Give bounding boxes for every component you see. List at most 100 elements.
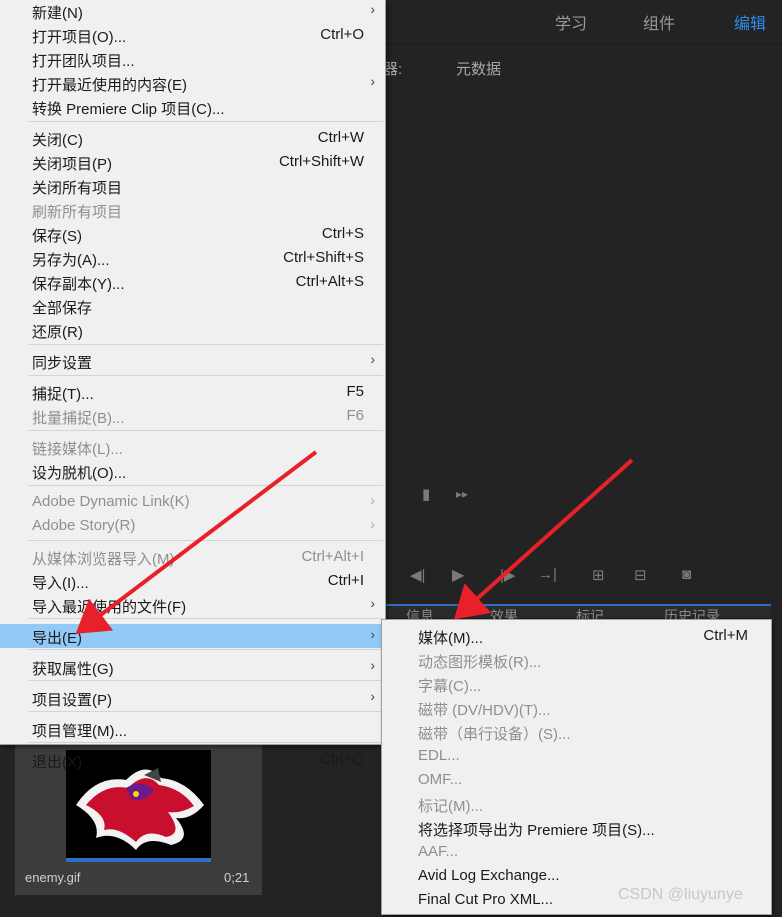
menu-item-shortcut: Ctrl+Shift+S [283, 249, 364, 266]
menu-item-26[interactable]: 项目设置(P) › [0, 686, 385, 710]
menu-item-19: Adobe Dynamic Link(K) › [0, 490, 385, 514]
menu-item-27[interactable]: 项目管理(M)... [0, 717, 385, 741]
menu-item-label: Adobe Dynamic Link(K) [32, 493, 190, 510]
menu-item-label: 链接媒体(L)... [32, 441, 123, 458]
menu-item-25[interactable]: 获取属性(G) › [0, 655, 385, 679]
menu-item-5[interactable]: 关闭(C) Ctrl+W [0, 126, 385, 150]
menu-item-28[interactable]: 退出(X) Ctrl+Q [0, 748, 385, 772]
menu-item-label: 批量捕捉(B)... [32, 410, 125, 427]
menu-item-label: 从媒体浏览器导入(M) [32, 551, 175, 568]
menu-separator [28, 649, 383, 650]
menu-item-label: 导出(E) [32, 630, 82, 647]
menu-item-label: 保存(S) [32, 228, 82, 245]
menu-item-0[interactable]: 新建(N) › [0, 0, 385, 23]
menu-item-21: 从媒体浏览器导入(M) Ctrl+Alt+I [0, 545, 385, 569]
menu-item-1[interactable]: 打开项目(O)... Ctrl+O [0, 23, 385, 47]
menu-item-9[interactable]: 保存(S) Ctrl+S [0, 222, 385, 246]
thumbnail-progress-bar [66, 858, 211, 862]
menu-item-2[interactable]: 打开团队项目... [0, 47, 385, 71]
menu-separator [28, 540, 383, 541]
menu-item-label: 项目设置(P) [32, 692, 112, 709]
menu-separator [28, 430, 383, 431]
right-panel-edge [771, 604, 782, 917]
menu-separator [28, 618, 383, 619]
export-item-label: EDL... [418, 747, 460, 764]
go-to-out-icon[interactable]: →| [538, 566, 557, 583]
menu-item-18[interactable]: 设为脱机(O)... [0, 459, 385, 483]
menu-item-label: Adobe Story(R) [32, 517, 136, 534]
chevron-right-icon: › [370, 351, 375, 367]
export-item-0[interactable]: 媒体(M)... Ctrl+M [382, 624, 771, 648]
file-menu: 新建(N) › 打开项目(O)... Ctrl+O 打开团队项目... 打开最近使用的内容… [0, 0, 386, 771]
export-item-label: OMF... [418, 771, 463, 788]
workspace-tab-learn[interactable]: 学习 [555, 10, 587, 34]
menu-item-shortcut: F5 [346, 383, 364, 400]
export-item-10[interactable]: Avid Log Exchange... [382, 864, 771, 888]
workspace-tab-assembly[interactable]: 组件 [643, 10, 675, 34]
menu-item-label: 另存为(A)... [32, 252, 110, 269]
metadata-tab[interactable]: 元数据 [456, 58, 501, 79]
menu-item-11[interactable]: 保存副本(Y)... Ctrl+Alt+S [0, 270, 385, 294]
export-item-8[interactable]: 将选择项导出为 Premiere 项目(S)... [382, 816, 771, 840]
export-item-2: 字幕(C)... [382, 672, 771, 696]
menu-separator [28, 485, 383, 486]
menu-item-shortcut: Ctrl+S [321, 225, 364, 242]
export-item-label: 媒体(M)... [418, 630, 483, 647]
menu-item-6[interactable]: 关闭项目(P) Ctrl+Shift+W [0, 150, 385, 174]
export-item-label: 将选择项导出为 Premiere 项目(S)... [418, 822, 655, 839]
menu-item-shortcut: Ctrl+O [320, 26, 364, 43]
export-item-label: 磁带（串行设备）(S)... [418, 726, 571, 743]
menu-item-14[interactable]: 同步设置 › [0, 349, 385, 373]
export-item-label: Final Cut Pro XML... [418, 891, 554, 908]
step-back-icon[interactable]: ◀| [410, 566, 425, 584]
menu-item-label: 转换 Premiere Clip 项目(C)... [32, 101, 225, 118]
menu-item-4[interactable]: 转换 Premiere Clip 项目(C)... [0, 95, 385, 119]
menu-item-shortcut: Ctrl+Alt+I [301, 548, 364, 565]
drag-video-icon[interactable]: ▸▸ [456, 487, 468, 501]
menu-item-3[interactable]: 打开最近使用的内容(E) › [0, 71, 385, 95]
export-submenu: 媒体(M)... Ctrl+M 动态图形模板(R)... 字幕(C)... 磁带 (DV… [381, 619, 772, 915]
menu-item-label: 设为脱机(O)... [32, 465, 127, 482]
insert-icon[interactable]: ⊞ [592, 566, 605, 584]
menu-item-label: 打开团队项目... [32, 53, 135, 70]
menu-item-shortcut: Ctrl+Shift+W [278, 153, 364, 170]
overwrite-icon[interactable]: ⊟ [634, 566, 647, 584]
menu-item-label: 还原(R) [32, 324, 83, 341]
chevron-right-icon: › [370, 73, 375, 89]
chevron-right-icon: › [370, 1, 375, 17]
menu-item-22[interactable]: 导入(I)... Ctrl+I [0, 569, 385, 593]
menu-item-shortcut: Ctrl+Alt+S [295, 273, 364, 290]
menu-item-label: 保存副本(Y)... [32, 276, 125, 293]
menu-item-label: 获取属性(G) [32, 661, 114, 678]
play-icon[interactable]: ▶ [452, 565, 464, 585]
menu-item-label: 退出(X) [32, 754, 82, 771]
menu-item-24[interactable]: 导出(E) › [0, 624, 385, 648]
menu-item-13[interactable]: 还原(R) [0, 318, 385, 342]
project-item-name: enemy.gif [25, 870, 81, 885]
menu-item-shortcut: Ctrl+Q [320, 751, 364, 768]
export-item-7: 标记(M)... [382, 792, 771, 816]
menu-item-label: 关闭所有项目 [32, 180, 123, 197]
workspace-tab-editing[interactable]: 编辑 [734, 10, 766, 34]
menu-separator [28, 680, 383, 681]
menu-item-label: 全部保存 [32, 300, 93, 317]
film-icon[interactable]: ▮ [422, 485, 430, 503]
export-item-label: AAF... [418, 843, 459, 860]
camera-icon[interactable]: ◙ [682, 566, 691, 583]
menu-item-label: 捕捉(T)... [32, 386, 94, 403]
export-item-label: 动态图形模板(R)... [418, 654, 542, 671]
menu-separator [28, 742, 383, 743]
chevron-right-icon: › [370, 626, 375, 642]
menu-item-20: Adobe Story(R) › [0, 514, 385, 538]
menu-item-label: 关闭(C) [32, 132, 83, 149]
chevron-right-icon: › [370, 516, 375, 532]
menu-item-7[interactable]: 关闭所有项目 [0, 174, 385, 198]
menu-item-12[interactable]: 全部保存 [0, 294, 385, 318]
menu-item-label: 项目管理(M)... [32, 723, 127, 740]
menu-item-label: 导入(I)... [32, 575, 89, 592]
menu-item-10[interactable]: 另存为(A)... Ctrl+Shift+S [0, 246, 385, 270]
menu-item-23[interactable]: 导入最近使用的文件(F) › [0, 593, 385, 617]
menu-item-label: 打开最近使用的内容(E) [32, 77, 187, 94]
menu-item-15[interactable]: 捕捉(T)... F5 [0, 380, 385, 404]
step-forward-icon[interactable]: |▶ [500, 566, 515, 584]
